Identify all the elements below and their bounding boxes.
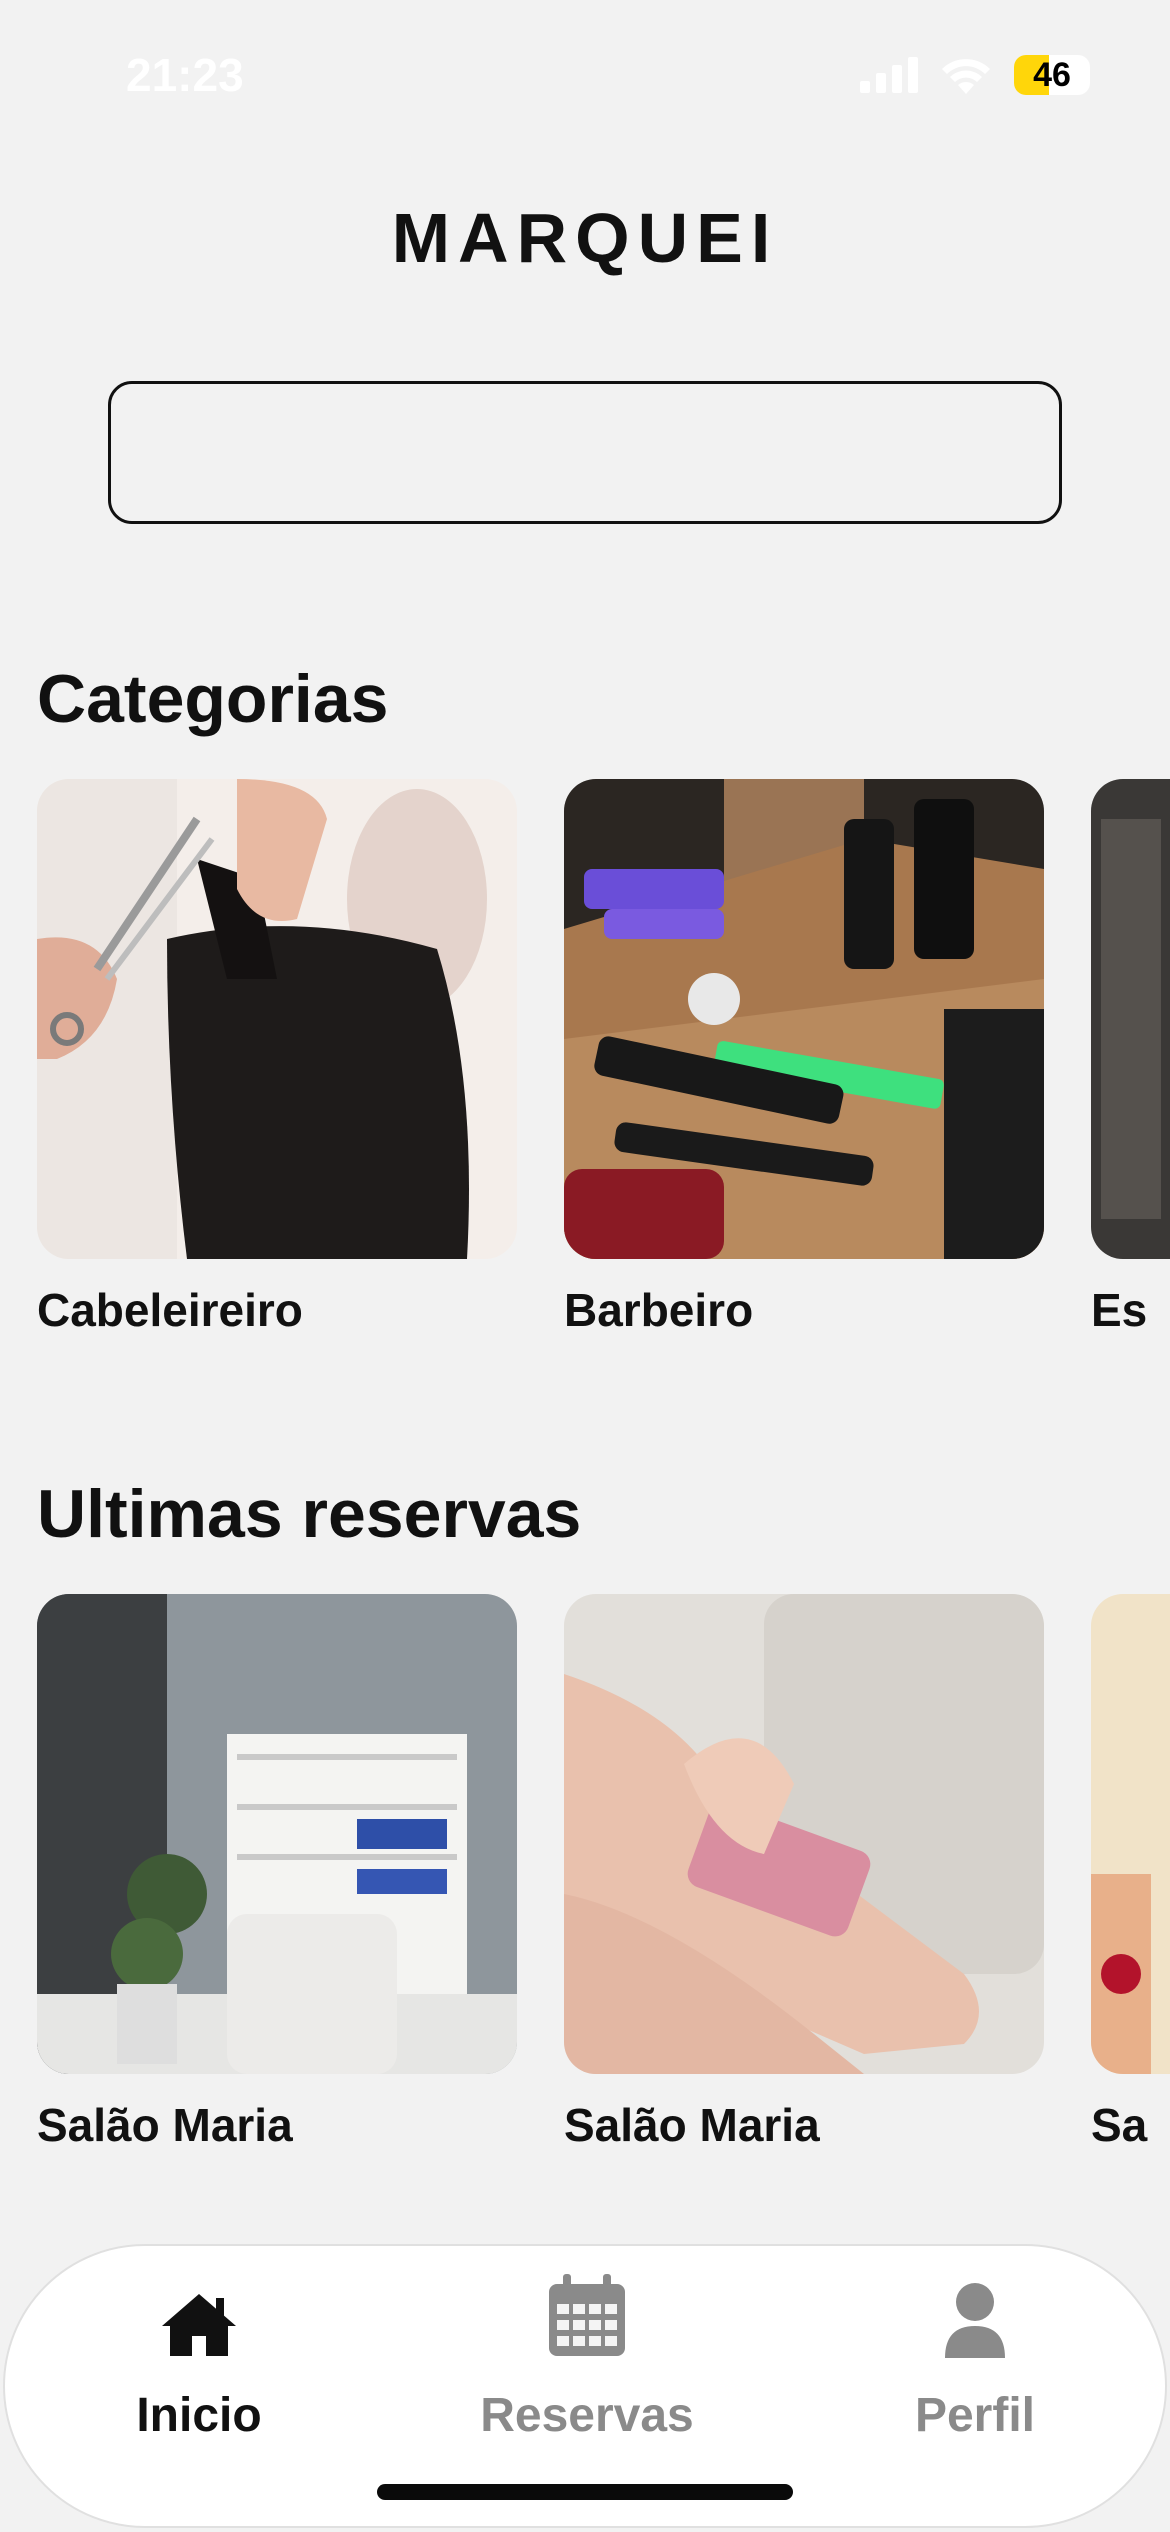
booking-card[interactable]: Salão Maria	[564, 1594, 1044, 2152]
category-card-partial[interactable]: Es	[1091, 779, 1170, 1337]
booking-card-partial[interactable]: Sa	[1091, 1594, 1170, 2152]
haircut-photo	[37, 779, 517, 1259]
search-box[interactable]	[108, 381, 1062, 524]
status-icons: 46	[860, 55, 1090, 95]
status-time: 21:23	[126, 49, 244, 101]
search-input[interactable]	[155, 430, 1015, 475]
booking-label: Sa	[1091, 2099, 1148, 2151]
barber-tools-photo	[564, 779, 1044, 1259]
category-label: Barbeiro	[564, 1284, 754, 1336]
waxing-photo	[564, 1594, 1044, 2074]
nav-item-inicio[interactable]: Inicio	[49, 2268, 349, 2443]
category-label: Cabeleireiro	[37, 1284, 303, 1336]
categories-title: Categorias	[37, 661, 389, 737]
battery-percent: 46	[1033, 55, 1071, 94]
nav-label-perfil: Perfil	[914, 2389, 1036, 2442]
salon-interior-photo	[37, 1594, 517, 2074]
category-card-barbeiro[interactable]: Barbeiro	[564, 779, 1044, 1337]
nav-item-reservas[interactable]: Reservas	[437, 2268, 737, 2443]
booking-label: Salão Maria	[564, 2099, 820, 2151]
categories-carousel[interactable]: Cabeleireiro Barbeiro Es	[37, 779, 1170, 1339]
nav-item-perfil[interactable]: Perfil	[825, 2268, 1125, 2443]
battery-icon: 46	[1014, 55, 1090, 95]
booking-label: Salão Maria	[37, 2099, 293, 2151]
status-bar: 21:23 46	[0, 0, 1170, 150]
category-card-cabeleireiro[interactable]: Cabeleireiro	[37, 779, 517, 1337]
cellular-signal-icon	[860, 57, 918, 93]
recent-bookings-title: Ultimas reservas	[37, 1476, 582, 1552]
user-icon	[945, 2283, 1005, 2358]
category-label: Es	[1091, 1284, 1148, 1336]
home-indicator	[377, 2484, 793, 2500]
app-title: MARQUEI	[391, 199, 779, 277]
home-icon	[162, 2294, 236, 2356]
recent-bookings-carousel[interactable]: Salão Maria Salão Maria Sa	[37, 1594, 1170, 2154]
partial-category-photo	[1091, 779, 1170, 1259]
booking-card[interactable]: Salão Maria	[37, 1594, 517, 2152]
nav-label-reservas: Reservas	[480, 2389, 694, 2442]
partial-booking-photo	[1091, 1594, 1170, 2074]
nav-label-inicio: Inicio	[136, 2389, 262, 2442]
wifi-icon	[942, 59, 990, 94]
calendar-icon	[549, 2274, 625, 2356]
